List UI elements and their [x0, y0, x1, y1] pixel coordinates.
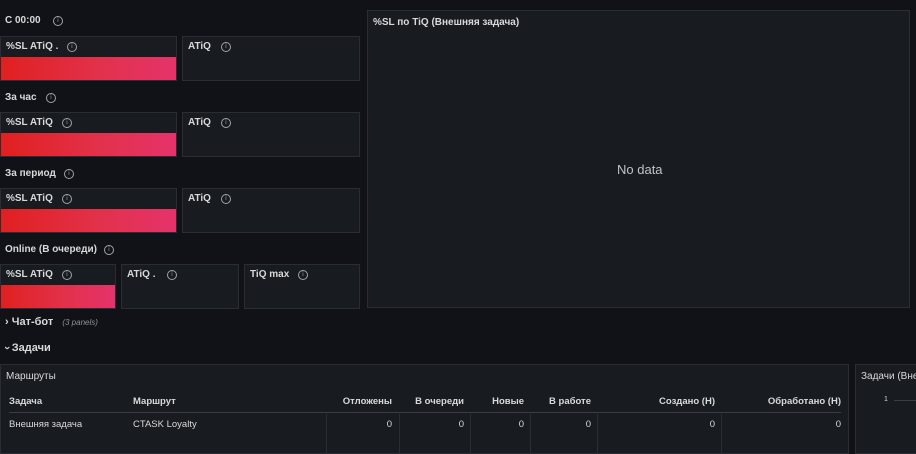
info-icon[interactable]: i: [67, 42, 77, 52]
table-cell: 0: [709, 418, 715, 430]
row-title-period[interactable]: За период: [5, 168, 56, 179]
y-tick-label: 1: [884, 396, 888, 403]
panel-title: TiQ max: [250, 269, 290, 280]
table-cell: 0: [835, 418, 841, 430]
info-icon[interactable]: i: [167, 270, 177, 280]
info-icon[interactable]: i: [221, 118, 231, 128]
row-title-today[interactable]: С 00:00: [5, 15, 41, 26]
panel-period-atiq[interactable]: ATiQ i: [182, 188, 360, 233]
table-header-row: Задача Маршрут Отложены В очереди Новые …: [9, 390, 841, 413]
info-icon[interactable]: i: [62, 118, 72, 128]
panel-title: %SL ATiQ: [6, 193, 53, 204]
sl-gauge-bar: [1, 57, 176, 80]
row-title-online[interactable]: Online (В очереди): [5, 244, 97, 255]
panel-hour-atiq[interactable]: ATiQ i: [182, 112, 360, 157]
section-header-tasks[interactable]: › Задачи: [1, 342, 51, 354]
info-icon[interactable]: i: [46, 93, 56, 103]
table-cell: 0: [585, 418, 591, 430]
info-icon[interactable]: i: [298, 270, 308, 280]
column-header[interactable]: Задача: [9, 390, 133, 413]
panel-online-sl[interactable]: %SL ATiQ i: [0, 264, 116, 309]
no-data-message: No data: [617, 162, 663, 177]
table-cell: 0: [386, 418, 392, 430]
panel-count: (3 panels): [62, 318, 98, 327]
panel-title: %SL ATiQ: [6, 117, 53, 128]
panel-online-atiq[interactable]: ATiQ . i: [121, 264, 239, 309]
section-title: Чат-бот: [11, 316, 54, 328]
sl-gauge-bar: [1, 133, 176, 156]
panel-today-atiq[interactable]: ATiQ i: [182, 36, 360, 81]
panel-hour-sl[interactable]: %SL ATiQ i: [0, 112, 177, 157]
info-icon[interactable]: i: [221, 42, 231, 52]
panel-title: Маршруты: [6, 371, 56, 382]
info-icon[interactable]: i: [104, 245, 114, 255]
table-cell: 0: [458, 418, 464, 430]
info-icon[interactable]: i: [62, 270, 72, 280]
panel-title: %SL ATiQ: [6, 269, 53, 280]
column-header[interactable]: В очереди: [392, 390, 464, 413]
table-cell: Внешняя задача: [9, 418, 83, 430]
panel-today-sl[interactable]: %SL ATiQ . i: [0, 36, 177, 81]
info-icon[interactable]: i: [53, 16, 63, 26]
info-icon[interactable]: i: [64, 169, 74, 179]
chevron-right-icon: ›: [5, 316, 9, 328]
info-icon[interactable]: i: [221, 194, 231, 204]
panel-online-tiq-max[interactable]: TiQ max i: [244, 264, 360, 309]
panel-title: ATiQ: [188, 193, 211, 204]
routes-table: Задача Маршрут Отложены В очереди Новые …: [9, 390, 841, 435]
column-header[interactable]: Создано (Н): [591, 390, 715, 413]
column-header[interactable]: Новые: [464, 390, 524, 413]
sl-gauge-bar: [1, 209, 176, 232]
panel-period-sl[interactable]: %SL ATiQ i: [0, 188, 177, 233]
sl-gauge-bar: [1, 285, 115, 308]
chevron-down-icon: ›: [0, 346, 13, 350]
table-cell: 0: [518, 418, 524, 430]
panel-title: Задачи (Вне: [861, 371, 916, 382]
column-header[interactable]: Маршрут: [133, 390, 283, 413]
panel-title: ATiQ: [188, 117, 211, 128]
section-title: Задачи: [11, 342, 51, 354]
panel-title: ATiQ: [188, 41, 211, 52]
section-header-chatbot[interactable]: › Чат-бот (3 panels): [5, 316, 98, 328]
column-header[interactable]: Обработано (Н): [715, 390, 841, 413]
table-cell: CTASK Loyalty: [133, 418, 197, 430]
column-header[interactable]: В работе: [524, 390, 591, 413]
panel-title: %SL ATiQ .: [6, 41, 59, 52]
info-icon[interactable]: i: [62, 194, 72, 204]
grid-line: [894, 400, 916, 401]
row-title-hour[interactable]: За час: [5, 92, 37, 103]
table-row[interactable]: Внешняя задача CTASK Loyalty 0 0 0 0 0 0: [9, 413, 841, 436]
panel-title: %SL по TiQ (Внешняя задача): [373, 17, 520, 28]
panel-sl-by-tiq[interactable]: %SL по TiQ (Внешняя задача) No data: [367, 10, 910, 308]
panel-title: ATiQ .: [127, 269, 156, 280]
column-header[interactable]: Отложены: [283, 390, 392, 413]
